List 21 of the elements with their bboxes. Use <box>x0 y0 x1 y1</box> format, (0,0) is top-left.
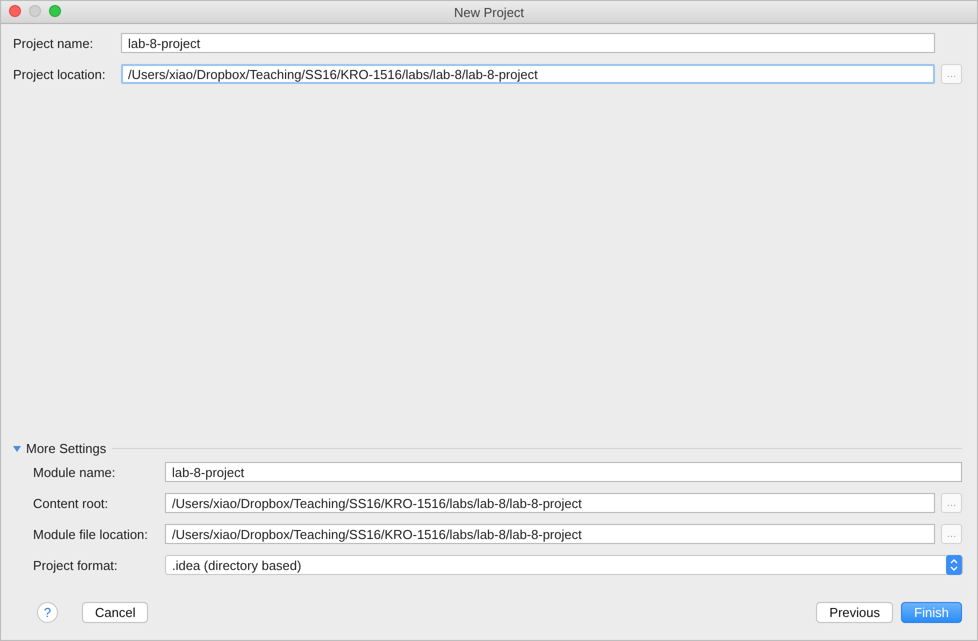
up-down-arrows-icon <box>946 555 962 575</box>
dialog-button[interactable]: Cancel <box>82 602 148 623</box>
input-field[interactable]: /Users/xiao/Dropbox/Teaching/SS16/KRO-1516/labs/lab-8/lab-8-project <box>121 64 935 84</box>
field-label: Module name: <box>33 464 116 480</box>
input-field[interactable]: lab-8-project <box>165 462 962 482</box>
close-icon[interactable] <box>9 5 21 17</box>
input-field[interactable]: /Users/xiao/Dropbox/Teaching/SS16/KRO-1516/labs/lab-8/lab-8-project <box>165 524 935 544</box>
field-label: Project name: <box>13 36 94 50</box>
field-label: Module file location: <box>33 526 149 542</box>
window-title: New Project <box>454 4 524 20</box>
field-label: Project format: <box>33 558 119 572</box>
field-label: Content root: <box>33 496 110 510</box>
input-field[interactable]: /Users/xiao/Dropbox/Teaching/SS16/KRO-1516/labs/lab-8/lab-8-project <box>165 493 935 513</box>
format-dropdown[interactable]: .idea (directory based) <box>165 555 963 575</box>
help-button[interactable]: ? <box>37 602 58 623</box>
zoom-icon[interactable] <box>49 5 61 17</box>
minimize-icon[interactable] <box>29 5 41 17</box>
more-settings-toggle[interactable]: More Settings <box>13 441 106 456</box>
input-field[interactable]: lab-8-project <box>121 33 935 53</box>
dialog-button[interactable]: Previous <box>816 602 893 623</box>
field-label: Project location: <box>13 66 106 82</box>
